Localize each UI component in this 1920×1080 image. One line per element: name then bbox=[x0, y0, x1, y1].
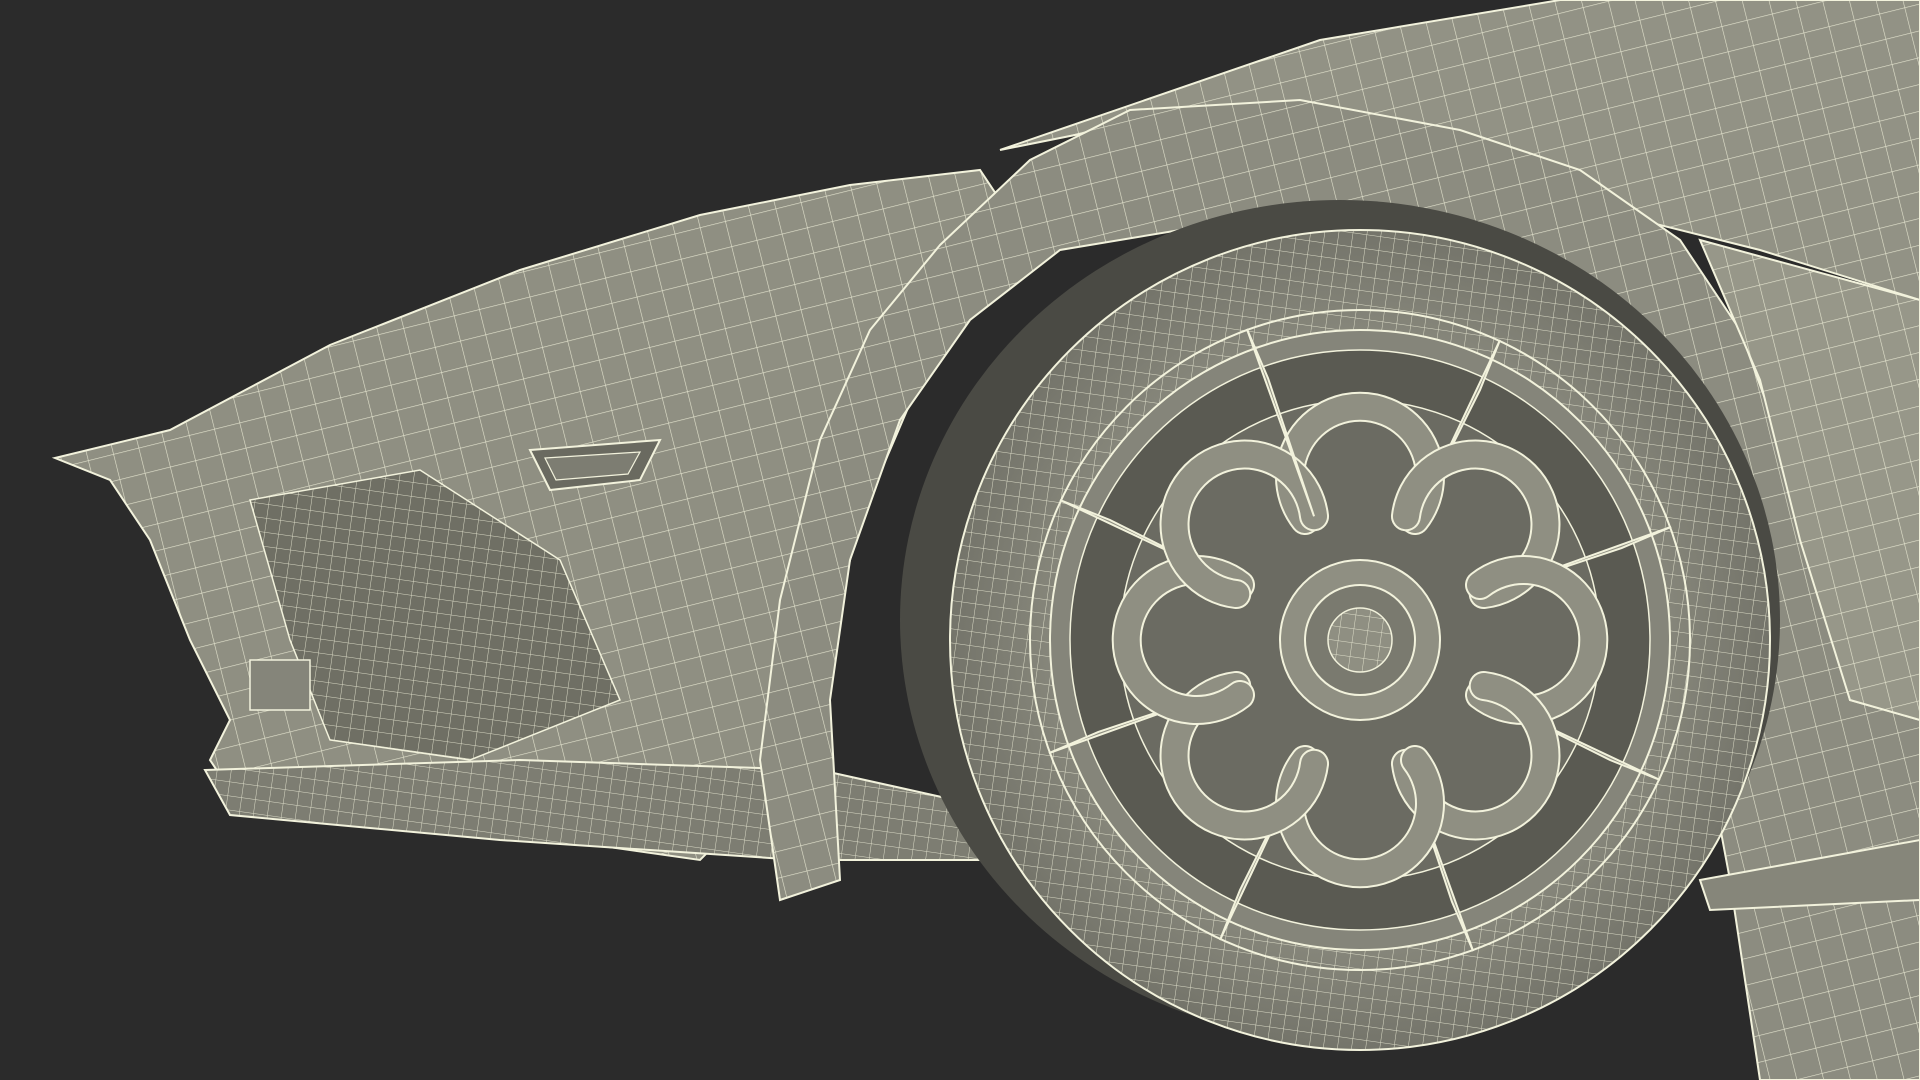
wireframe-render bbox=[0, 0, 1920, 1080]
wheel-hub bbox=[1279, 559, 1441, 721]
render-viewport bbox=[0, 0, 1920, 1080]
